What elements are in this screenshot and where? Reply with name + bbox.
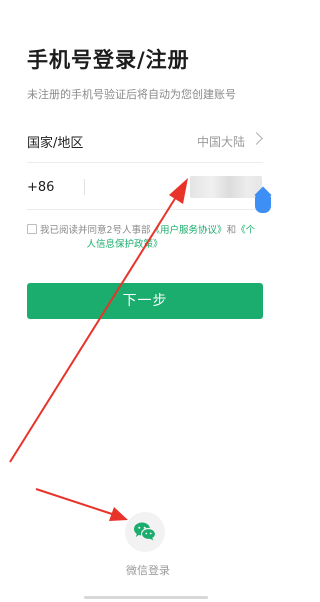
phone-field[interactable]: +86	[27, 167, 271, 213]
text-cursor-handle-icon[interactable]	[255, 195, 271, 213]
next-button[interactable]: 下一步	[27, 283, 263, 319]
user-agreement-link[interactable]: 《用户服务协议》	[151, 225, 227, 236]
wechat-login-button[interactable]	[125, 512, 165, 552]
agreement-prefix: 我已阅读并同意2号人事部	[40, 225, 151, 236]
agreement-checkbox[interactable]	[27, 224, 37, 234]
country-code[interactable]: +86	[27, 180, 54, 195]
phone-input[interactable]	[190, 176, 262, 198]
annotation-arrow-to-phone	[9, 178, 188, 463]
privacy-policy-link[interactable]: 人信息保护政策》	[86, 239, 162, 250]
wechat-login-label: 微信登录	[126, 564, 170, 577]
privacy-policy-link-start[interactable]: 《个	[236, 225, 255, 236]
page-subtitle: 未注册的手机号验证后将自动为您创建账号	[27, 88, 236, 101]
region-selector[interactable]: 国家/地区 中国大陆	[27, 120, 263, 163]
wechat-icon	[134, 522, 157, 541]
region-value: 中国大陆	[196, 135, 245, 149]
annotation-arrow-to-wechat	[35, 488, 128, 521]
home-indicator	[84, 596, 208, 599]
agreement-and: 和	[226, 225, 237, 236]
agreement-text: 我已阅读并同意2号人事部《用户服务协议》和《个 人信息保护政策》	[27, 224, 267, 252]
chevron-right-icon	[250, 132, 263, 145]
field-divider	[84, 179, 85, 195]
region-label: 国家/地区	[27, 136, 84, 151]
page-title: 手机号登录/注册	[27, 48, 190, 72]
